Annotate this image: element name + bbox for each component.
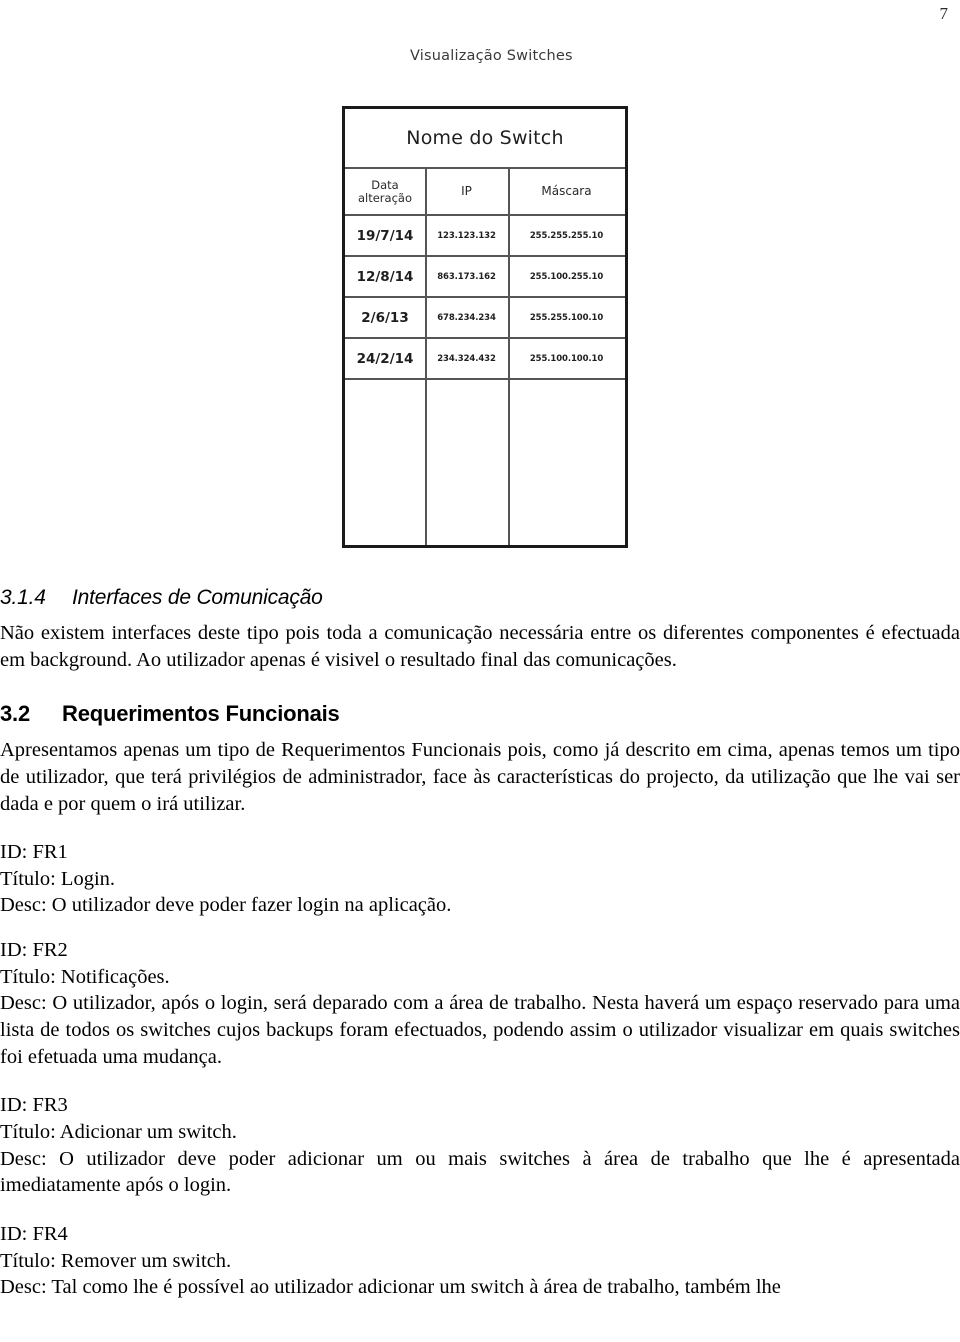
- requirement-id: ID: FR3: [0, 1094, 68, 1117]
- table-empty-area: [345, 380, 625, 592]
- cell-mask: 255.255.100.10: [529, 312, 604, 323]
- cell-mask: 255.100.100.10: [529, 353, 604, 364]
- cell-ip: 123.123.132: [437, 230, 496, 241]
- requirement-desc: Desc: Tal como lhe é possível ao utiliza…: [0, 1276, 781, 1299]
- cell-mask: 255.100.255.10: [529, 271, 604, 282]
- mockup-switch-table: Nome do Switch Data alteração IP Máscara…: [342, 106, 628, 548]
- requirement-id: ID: FR4: [0, 1222, 68, 1245]
- requirement-id: ID: FR2: [0, 939, 68, 962]
- requirement-title: Título: Adicionar um switch.: [0, 1120, 237, 1143]
- column-header-date-line2: alteração: [357, 190, 412, 205]
- requirement-block-fr4: ID: FR4 Título: Remover um switch. Desc:…: [0, 1221, 960, 1301]
- requirement-title: Título: Remover um switch.: [0, 1249, 232, 1272]
- cell-date: 2/6/13: [361, 309, 409, 326]
- cell-date: 24/2/14: [356, 350, 414, 367]
- heading-text: Requerimentos Funcionais: [62, 701, 340, 727]
- cell-date: 19/7/14: [356, 227, 414, 244]
- mockup-table-grid: Data alteração IP Máscara 19/7/14 123.12…: [345, 169, 625, 545]
- cell-ip: 234.324.432: [437, 353, 496, 364]
- cell-date: 12/8/14: [356, 268, 414, 285]
- table-row: 24/2/14 234.324.432 255.100.100.10: [345, 339, 625, 380]
- requirement-block-fr3: ID: FR3 Título: Adicionar um switch. Des…: [0, 1092, 960, 1199]
- heading-number: 3.2: [0, 701, 30, 727]
- heading-interfaces-comunicacao: 3.1.4 Interfaces de Comunicação: [0, 586, 960, 610]
- cell-ip: 863.173.162: [437, 271, 496, 282]
- requirement-desc: Desc: O utilizador deve poder fazer logi…: [0, 894, 452, 917]
- requirement-id: ID: FR1: [0, 841, 68, 864]
- cell-mask: 255.255.255.10: [529, 230, 604, 241]
- requirement-title: Título: Login.: [0, 867, 116, 890]
- requirement-block-fr2: ID: FR2 Título: Notificações. Desc: O ut…: [0, 937, 960, 1070]
- requirement-block-fr1: ID: FR1 Título: Login. Desc: O utilizado…: [0, 839, 960, 919]
- column-header-ip: IP: [461, 183, 472, 198]
- heading-text: Interfaces de Comunicação: [72, 586, 323, 609]
- column-divider-2: [508, 169, 510, 545]
- requirement-desc: Desc: O utilizador deve poder adicionar …: [0, 1147, 960, 1197]
- document-body: 3.1.4 Interfaces de Comunicação Não exis…: [0, 586, 960, 1301]
- cell-ip: 678.234.234: [437, 312, 496, 323]
- table-row: 19/7/14 123.123.132 255.255.255.10: [345, 216, 625, 257]
- figure-switch-visualization: Visualização Switches Nome do Switch Dat…: [0, 34, 960, 574]
- table-header-row: Data alteração IP Máscara: [345, 169, 625, 216]
- figure-caption: Visualização Switches: [410, 48, 573, 64]
- table-row: 2/6/13 678.234.234 255.255.100.10: [345, 298, 625, 339]
- paragraph-requirements-intro: Apresentamos apenas um tipo de Requerime…: [0, 739, 960, 815]
- heading-requerimentos-funcionais: 3.2 Requerimentos Funcionais: [0, 701, 960, 727]
- column-header-mask: Máscara: [541, 183, 592, 198]
- column-header-date: Data alteração: [345, 169, 425, 214]
- mockup-table-title: Nome do Switch: [345, 109, 625, 169]
- requirement-desc: Desc: O utilizador, após o login, será d…: [0, 992, 960, 1068]
- paragraph-interfaces-body: Não existem interfaces deste tipo pois t…: [0, 622, 960, 671]
- requirement-title: Título: Notificações.: [0, 965, 170, 988]
- column-divider-1: [425, 169, 427, 545]
- table-row: 12/8/14 863.173.162 255.100.255.10: [345, 257, 625, 298]
- page-number: 7: [939, 4, 949, 23]
- heading-number: 3.1.4: [0, 586, 46, 609]
